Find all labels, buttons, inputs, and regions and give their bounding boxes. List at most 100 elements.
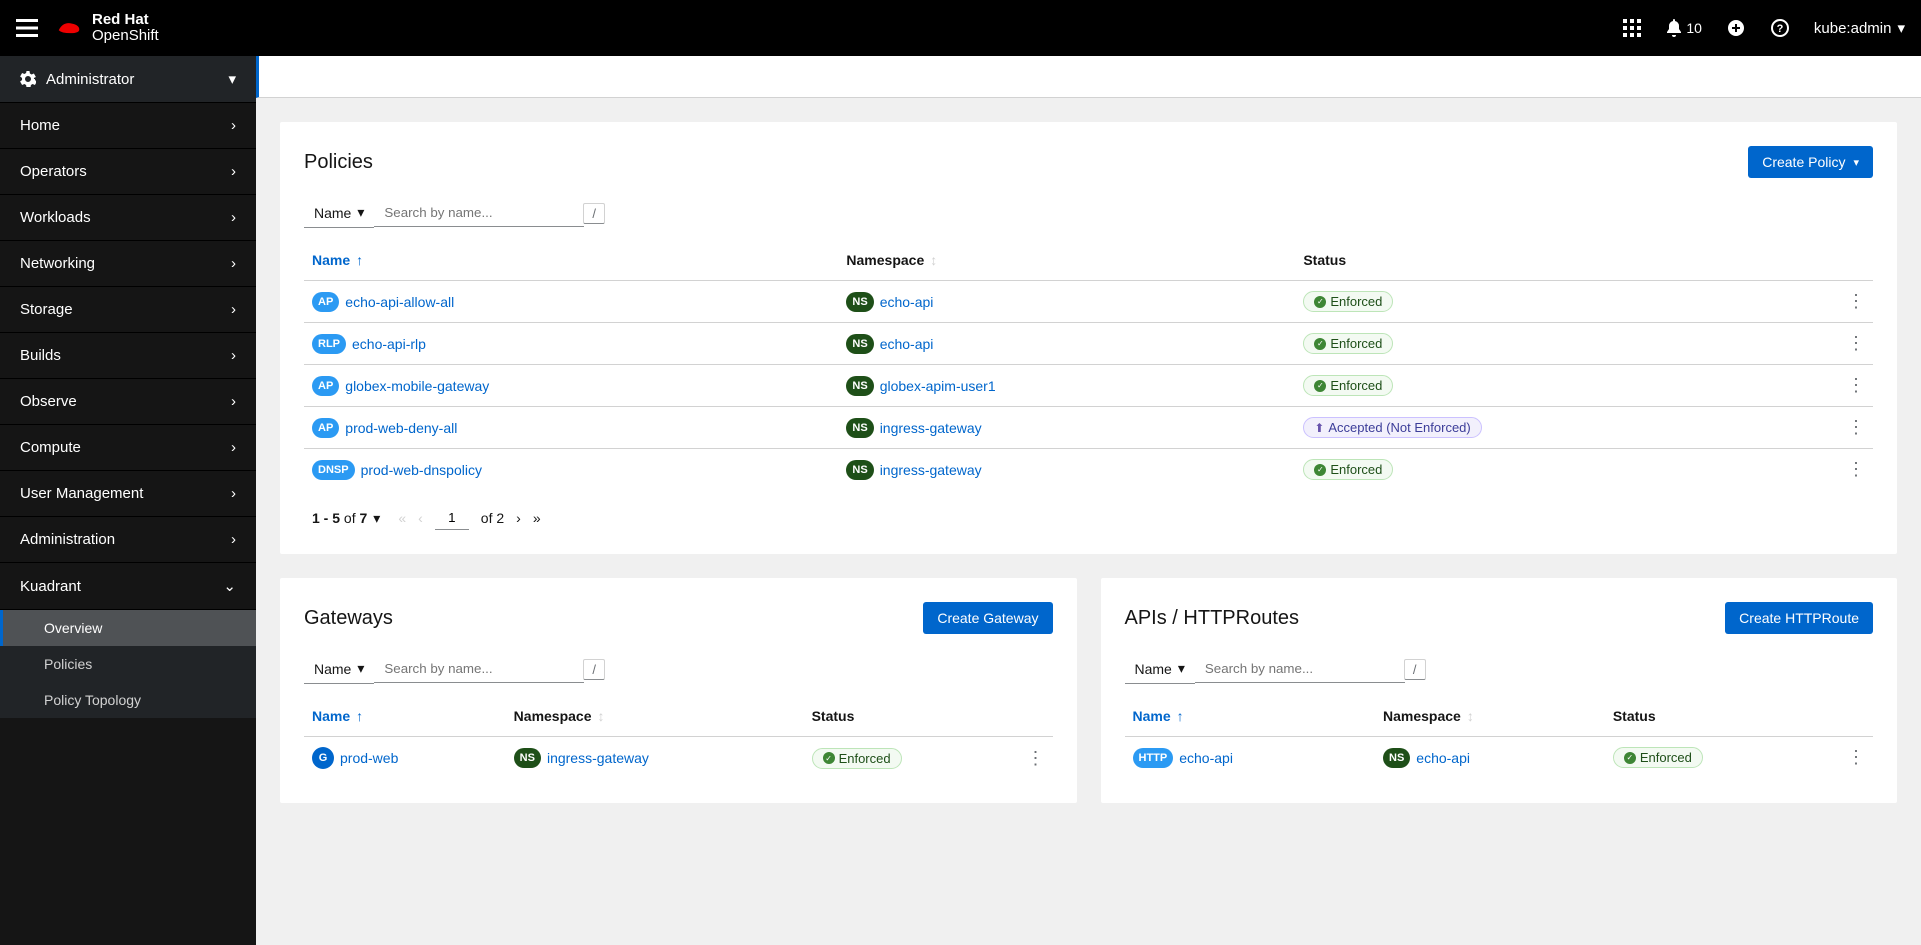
kebab-menu[interactable]: ⋮ xyxy=(1833,365,1873,407)
pager-current-page[interactable] xyxy=(435,506,469,530)
bell-icon xyxy=(1666,19,1682,37)
redhat-icon xyxy=(54,17,84,39)
col-status[interactable]: Status xyxy=(804,696,1013,737)
col-status[interactable]: Status xyxy=(1295,240,1833,281)
resource-link[interactable]: APglobex-mobile-gateway xyxy=(312,376,489,396)
chevron-right-icon: › xyxy=(231,347,236,364)
sidebar-item-administration[interactable]: Administration› xyxy=(0,517,256,563)
col-name[interactable]: Name↑ xyxy=(304,240,838,281)
app-launcher-icon[interactable] xyxy=(1622,18,1642,38)
status-badge: ✓Enforced xyxy=(1303,459,1393,480)
sidebar-item-label: Builds xyxy=(20,347,61,364)
namespace-link[interactable]: NSingress-gateway xyxy=(846,460,981,480)
namespace-badge: NS xyxy=(1383,748,1410,768)
status-badge: ✓Enforced xyxy=(1303,291,1393,312)
sidebar-item-workloads[interactable]: Workloads› xyxy=(0,195,256,241)
httproutes-table: Name↑ Namespace↕ Status HTTPecho-api NSe… xyxy=(1125,696,1874,778)
filter-attribute-select[interactable]: Name▾ xyxy=(304,654,374,684)
sidebar-item-home[interactable]: Home› xyxy=(0,103,256,149)
gateways-search-input[interactable] xyxy=(374,655,584,683)
namespace-link[interactable]: NSecho-api xyxy=(846,334,933,354)
table-row: APglobex-mobile-gateway NSglobex-apim-us… xyxy=(304,365,1873,407)
namespace-link[interactable]: NSecho-api xyxy=(1383,748,1470,768)
pager-last[interactable]: » xyxy=(533,510,541,526)
filter-attribute-select[interactable]: Name▾ xyxy=(304,198,374,228)
namespace-badge: NS xyxy=(846,418,873,438)
col-namespace[interactable]: Namespace↕ xyxy=(1375,696,1605,737)
kebab-menu[interactable]: ⋮ xyxy=(1833,737,1873,779)
sidebar-item-storage[interactable]: Storage › xyxy=(0,287,256,333)
perspective-label: Administrator xyxy=(46,71,134,88)
import-button[interactable] xyxy=(1726,18,1746,38)
kebab-menu[interactable]: ⋮ xyxy=(1833,323,1873,365)
pager-next[interactable]: › xyxy=(516,510,521,526)
namespace-link[interactable]: NSecho-api xyxy=(846,292,933,312)
user-name: kube:admin xyxy=(1814,20,1892,37)
kebab-menu[interactable]: ⋮ xyxy=(1833,281,1873,323)
col-namespace[interactable]: Namespace↕ xyxy=(838,240,1295,281)
filter-attribute-select[interactable]: Name▾ xyxy=(1125,654,1195,684)
chevron-right-icon: › xyxy=(231,301,236,318)
user-menu[interactable]: kube:admin ▾ xyxy=(1814,19,1905,37)
nav-toggle-button[interactable] xyxy=(16,19,38,37)
sidebar-item-policy-topology[interactable]: Policy Topology xyxy=(0,682,256,718)
brand-logo[interactable]: Red Hat OpenShift xyxy=(54,12,159,45)
create-httproute-button[interactable]: Create HTTPRoute xyxy=(1725,602,1873,634)
namespace-link[interactable]: NSglobex-apim-user1 xyxy=(846,376,995,396)
sidebar-item-label: Home xyxy=(20,117,60,134)
sidebar-item-label: Compute xyxy=(20,439,81,456)
create-policy-button[interactable]: Create Policy xyxy=(1748,146,1873,178)
kebab-menu[interactable]: ⋮ xyxy=(1833,407,1873,449)
col-name[interactable]: Name↑ xyxy=(1125,696,1376,737)
resource-badge: AP xyxy=(312,418,339,438)
policies-search-input[interactable] xyxy=(374,199,584,227)
sidebar-item-networking[interactable]: Networking› xyxy=(0,241,256,287)
status-badge: ✓Enforced xyxy=(1303,375,1393,396)
chevron-down-icon: ▾ xyxy=(373,510,380,527)
create-gateway-button[interactable]: Create Gateway xyxy=(923,602,1052,634)
resource-link[interactable]: RLPecho-api-rlp xyxy=(312,334,426,354)
sidebar-item-builds[interactable]: Builds › xyxy=(0,333,256,379)
table-row: DNSPprod-web-dnspolicy NSingress-gateway… xyxy=(304,449,1873,491)
sidebar-item-user-management[interactable]: User Management› xyxy=(0,471,256,517)
resource-link[interactable]: HTTPecho-api xyxy=(1133,748,1233,768)
sidebar-item-compute[interactable]: Compute› xyxy=(0,425,256,471)
pager-prev[interactable]: ‹ xyxy=(418,510,423,526)
page-range-select[interactable]: 1 - 5 of 7 ▾ xyxy=(312,510,380,527)
httproutes-search-input[interactable] xyxy=(1195,655,1405,683)
chevron-down-icon: ▾ xyxy=(228,70,236,88)
perspective-switcher[interactable]: Administrator ▾ xyxy=(0,56,256,103)
kebab-menu[interactable]: ⋮ xyxy=(1013,737,1053,780)
kebab-menu[interactable]: ⋮ xyxy=(1833,449,1873,491)
chevron-down-icon: ⌄ xyxy=(223,577,236,595)
resource-link[interactable]: APecho-api-allow-all xyxy=(312,292,454,312)
sidebar-nav: Administrator ▾ Home›Operators›Workloads… xyxy=(0,56,256,945)
help-button[interactable]: ? xyxy=(1770,18,1790,38)
sidebar-item-observe[interactable]: Observe› xyxy=(0,379,256,425)
col-name[interactable]: Name↑ xyxy=(304,696,506,737)
sidebar-item-kuadrant[interactable]: Kuadrant ⌄ xyxy=(0,563,256,610)
sidebar-item-operators[interactable]: Operators› xyxy=(0,149,256,195)
sidebar-item-label: Storage xyxy=(20,301,73,318)
pager-first[interactable]: « xyxy=(398,510,406,526)
resource-link[interactable]: DNSPprod-web-dnspolicy xyxy=(312,460,482,480)
sidebar-item-label: Administration xyxy=(20,531,115,548)
sidebar-item-label: User Management xyxy=(20,485,143,502)
col-status[interactable]: Status xyxy=(1605,696,1833,737)
resource-badge: DNSP xyxy=(312,460,355,480)
resource-badge: AP xyxy=(312,376,339,396)
namespace-link[interactable]: NSingress-gateway xyxy=(846,418,981,438)
col-namespace[interactable]: Namespace↕ xyxy=(506,696,804,737)
sidebar-item-label: Kuadrant xyxy=(20,578,81,595)
notifications-button[interactable]: 10 xyxy=(1666,19,1702,37)
check-icon: ✓ xyxy=(823,752,835,764)
status-badge: ✓Enforced xyxy=(812,748,902,769)
sidebar-item-overview[interactable]: Overview xyxy=(0,610,256,646)
resource-link[interactable]: Gprod-web xyxy=(312,747,398,769)
namespace-link[interactable]: NSingress-gateway xyxy=(514,748,649,768)
table-row: APecho-api-allow-all NSecho-api ✓Enforce… xyxy=(304,281,1873,323)
gateways-table: Name↑ Namespace↕ Status Gprod-web NSingr… xyxy=(304,696,1053,779)
sidebar-item-policies[interactable]: Policies xyxy=(0,646,256,682)
resource-link[interactable]: APprod-web-deny-all xyxy=(312,418,457,438)
chevron-down-icon: ▾ xyxy=(357,204,364,221)
